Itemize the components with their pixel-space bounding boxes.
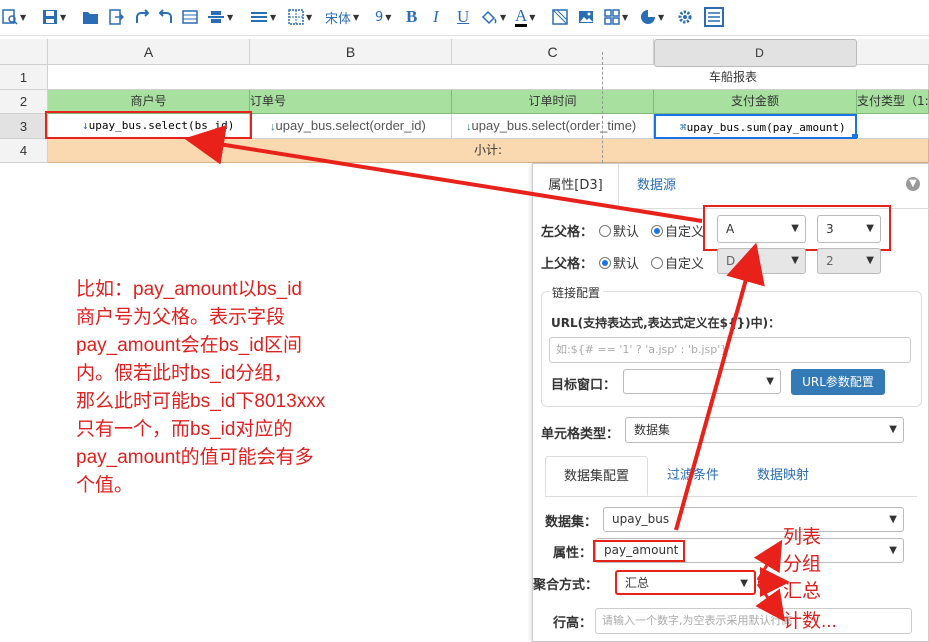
subtab-data-mapping[interactable]: 数据映射 [743,456,823,496]
font-family-select[interactable]: 宋体 ▼ [325,6,359,28]
highlight-box-attribute [593,540,685,562]
report-title: 车船报表 [708,70,757,84]
bold-icon[interactable]: B [406,6,417,28]
row-height-input[interactable]: 请输入一个数字,为空表示采用默认行高 [595,608,912,634]
dataset-label: 数据集： [545,515,598,530]
header-cell-e2[interactable]: 支付类型（1: [857,90,929,114]
target-window-label: 目标窗口： [551,378,617,393]
cell-type-label: 单元格类型： [541,427,620,442]
top-parent-custom-radio[interactable]: 自定义 [651,253,704,272]
column-header-c[interactable]: C [452,39,654,65]
url-label: URL(支持表达式,表达式定义在${})中)： [551,316,781,330]
open-folder-icon[interactable] [82,6,99,28]
annotation-line: 个值。 [76,475,134,496]
expr-cell-e3[interactable] [857,114,929,139]
header-cell-d2[interactable]: 支付金额 [654,90,857,114]
redo-icon[interactable] [134,6,150,28]
target-window-select[interactable]: ▼ [623,369,781,394]
tab-properties[interactable]: 属性[D3] [533,164,619,208]
expr-cell-b3[interactable]: ↓upay_bus.select(order_id) [250,114,452,139]
top-parent-label: 上父格： [541,257,594,272]
subtab-filter[interactable]: 过滤条件 [653,456,733,496]
column-header-d[interactable]: D [654,39,857,67]
subtotal-cell[interactable]: 小计: [48,139,929,163]
top-parent-default-radio[interactable]: 默认 [599,253,639,272]
italic-icon[interactable]: I [433,6,439,28]
annotation-line: 那么此时可能bs_id下8013xxx [76,391,326,412]
highlight-box-left-parent [703,205,891,251]
header-cell-b2[interactable]: 订单号 [250,90,452,114]
toolbar: ▼ ▼ ▼ ▼ ▼ 宋体 ▼ 9 ▼ B I U ▼ A ▼ ▼ ▼ [0,0,929,36]
undo-icon[interactable] [158,6,174,28]
annotation-line: pay_amount的值可能会有多 [76,447,314,468]
dataset-select[interactable]: upay_bus ▼ [603,507,904,532]
option-label-group: 分组 [783,554,822,575]
annotation-line: 内。假若此时bs_id分组， [76,363,293,384]
align-icon[interactable]: ▼ [207,6,233,28]
settings-icon[interactable] [677,6,693,28]
row-height-label: 行高： [553,616,593,631]
highlight-box-a3 [45,111,252,139]
link-config-title: 链接配置 [549,284,604,301]
preview-icon[interactable]: ▼ [2,6,26,28]
underline-icon[interactable]: U [457,6,469,28]
aggregation-label: 聚合方式： [533,578,599,593]
annotation-line: 只有一个，而bs_id对应的 [76,419,293,440]
top-parent-row-select[interactable]: 2 ▼ [817,248,881,274]
aggregation-select[interactable]: 汇总 ▼ [615,570,756,595]
row-header-4[interactable]: 4 [0,139,48,163]
tab-datasource[interactable]: 数据源 [637,164,676,208]
header-cell-c2[interactable]: 订单时间 [452,90,654,114]
top-parent-column-select[interactable]: D ▼ [717,248,806,274]
export-icon[interactable] [108,6,124,28]
paint-icon[interactable]: ▼ [480,6,506,28]
url-input[interactable]: 如:${# == '1' ? 'a.jsp' : 'b.jsp'} [549,337,911,363]
font-size-select[interactable]: 9 ▼ [375,6,391,28]
column-header-a[interactable]: A [48,39,250,65]
row-header-1[interactable]: 1 [0,65,48,90]
corner-cell[interactable] [0,39,48,65]
annotation-line: pay_amount会在bs_id区间 [76,335,302,356]
border-icon[interactable]: ▼ [288,6,312,28]
line-icon[interactable]: ▼ [250,6,276,28]
collapse-down-icon[interactable]: ▼ [906,177,920,191]
spreadsheet-grid: A B C D 1 车船报表 2 商户号 订单号 订单时间 支付金额 支付类型（… [0,39,929,163]
chart-icon[interactable]: ▼ [640,6,664,28]
expr-cell-c3[interactable]: ↓upay_bus.select(order_time) [452,114,654,139]
title-cell[interactable]: 车船报表 [48,65,929,90]
row-header-3[interactable]: 3 [0,114,48,139]
column-header-e[interactable] [857,39,929,65]
left-parent-default-radio[interactable]: 默认 [599,221,639,240]
option-label-count: 计数... [783,611,837,632]
column-header-b[interactable]: B [250,39,452,65]
aggregate-icon: ⌘ [680,121,687,134]
grid-icon[interactable]: ▼ [604,6,628,28]
table-icon[interactable] [704,6,724,28]
attribute-label: 属性： [553,546,593,561]
expr-cell-d3-selected[interactable]: ⌘upay_bus.sum(pay_amount) [654,114,857,139]
image-icon[interactable] [578,6,594,28]
cell-type-select[interactable]: 数据集 ▼ [625,417,904,443]
annotation-line: 商户号为父格。表示字段 [76,307,286,328]
annotation-note: 比如：pay_amount以bs_id 商户号为父格。表示字段 pay_amou… [76,276,376,500]
row-header-2[interactable]: 2 [0,90,48,114]
subtab-dataset-config[interactable]: 数据集配置 [545,456,648,496]
page-break-line [602,52,603,163]
crop-icon[interactable] [552,6,568,28]
url-param-config-button[interactable]: URL参数配置 [791,369,885,395]
font-color-icon[interactable]: A ▼ [515,6,535,28]
option-label-sum: 汇总 [783,581,822,602]
merge-icon[interactable] [182,6,198,28]
left-parent-label: 左父格： [541,225,594,240]
annotation-line: 比如：pay_amount以bs_id [76,279,302,300]
properties-panel: 属性[D3] 数据源 ▼ 左父格： 默认 自定义 A ▼ 3 ▼ 上父格： 默认 自… [532,163,929,642]
option-label-list: 列表 [783,527,822,548]
save-icon[interactable]: ▼ [42,6,66,28]
left-parent-custom-radio[interactable]: 自定义 [651,221,704,240]
